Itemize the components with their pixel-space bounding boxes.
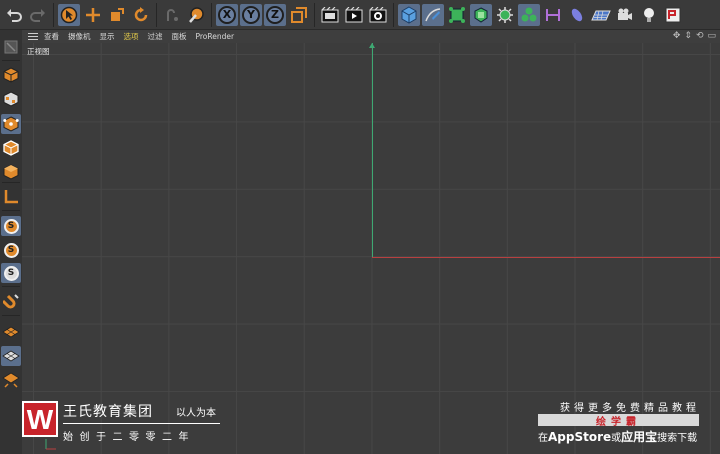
promo-app-name: 绘学霸 xyxy=(538,414,699,428)
undo-icon[interactable] xyxy=(3,4,25,26)
promo-app-name-text: 绘学霸 xyxy=(596,416,641,428)
promo-suffix: 搜索下载 xyxy=(657,433,698,444)
floor-environment-icon[interactable] xyxy=(590,4,612,26)
zoom-icon[interactable]: ⇕ xyxy=(684,31,692,41)
sidebar-divider xyxy=(2,60,20,61)
points-mode-icon[interactable] xyxy=(1,114,21,134)
menu-view[interactable]: 查看 xyxy=(44,31,59,42)
menu-options[interactable]: 选项 xyxy=(124,31,139,42)
brand-subtitle: 始创于二零零二年 xyxy=(63,432,195,443)
edges-mode-icon[interactable] xyxy=(1,138,21,158)
viewport-nav-icons: ✥ ⇕ ⟲ ▭ xyxy=(673,31,716,41)
snap-enable-icon[interactable]: S xyxy=(1,240,21,260)
viewport-menu-hamburger-icon[interactable] xyxy=(28,33,38,40)
maximize-view-icon[interactable]: ▭ xyxy=(707,31,716,41)
brand-slogan: 以人为本 xyxy=(176,408,216,419)
brand-title: 王氏教育集团 xyxy=(63,404,153,420)
cube-icon[interactable] xyxy=(398,3,420,26)
lock-workplane-icon[interactable] xyxy=(1,346,21,366)
brand-logo: W xyxy=(22,401,58,437)
deformer-icon[interactable] xyxy=(494,4,516,26)
texture-mode-icon[interactable] xyxy=(1,89,21,109)
move-icon[interactable] xyxy=(82,4,104,26)
render-to-picture-viewer-icon[interactable] xyxy=(343,4,365,26)
sidebar-divider xyxy=(2,315,20,316)
tag-icon[interactable] xyxy=(662,4,684,26)
model-mode-icon[interactable] xyxy=(1,65,21,85)
polygons-mode-icon[interactable] xyxy=(1,162,21,182)
viewport-menu-bar: 查看 摄像机 显示 选项 过滤 面板 ProRender ✥ ⇕ ⟲ ▭ xyxy=(22,30,720,43)
live-selection-icon[interactable] xyxy=(185,4,207,26)
y-axis-lock[interactable]: Y xyxy=(240,3,262,26)
mode-sidebar: S S S xyxy=(0,30,23,454)
pen-spline-icon[interactable] xyxy=(422,3,444,26)
axis-mode-icon[interactable] xyxy=(1,187,21,207)
brand-divider xyxy=(63,423,220,424)
make-editable-icon[interactable] xyxy=(1,37,21,57)
promo-download-line: 在AppStore或应用宝搜索下载 xyxy=(538,428,697,445)
toolbar-divider xyxy=(314,2,315,27)
rotate-icon[interactable] xyxy=(130,4,152,26)
quantize-label: S xyxy=(3,265,19,281)
x-axis-lock[interactable]: X xyxy=(216,3,238,26)
sidebar-divider xyxy=(2,182,20,183)
y-axis-label: Y xyxy=(242,5,260,24)
promo-prefix: 在 xyxy=(538,433,548,444)
promo-yingyongbao: 应用宝 xyxy=(621,430,658,444)
recent-tools-icon[interactable] xyxy=(161,4,183,26)
pan-icon[interactable]: ✥ xyxy=(673,31,681,41)
logo-letter: W xyxy=(27,405,54,433)
w-logo-icon: W xyxy=(27,405,54,433)
menu-display[interactable]: 显示 xyxy=(100,31,115,42)
coordinate-system-icon[interactable] xyxy=(288,4,310,26)
menu-prorender[interactable]: ProRender xyxy=(196,32,235,41)
menu-panel[interactable]: 面板 xyxy=(172,31,187,42)
front-viewport[interactable]: 正视图 xyxy=(22,43,720,454)
snap-enable-label: S xyxy=(3,242,19,258)
toolbar-divider xyxy=(156,2,157,27)
z-axis-lock[interactable]: Z xyxy=(264,3,286,26)
quantize-icon[interactable]: S xyxy=(1,263,21,283)
z-axis-label: Z xyxy=(266,5,284,24)
x-axis-label: X xyxy=(218,5,236,24)
light-icon[interactable] xyxy=(638,4,660,26)
toolbar-divider xyxy=(211,2,212,27)
x-axis-line xyxy=(372,257,720,258)
menu-filter[interactable]: 过滤 xyxy=(148,31,163,42)
mograph-cloner-icon[interactable] xyxy=(518,3,540,26)
y-axis-line xyxy=(372,43,373,257)
workplane-icon[interactable] xyxy=(1,322,21,342)
snapping-icon[interactable]: S xyxy=(1,216,21,236)
redo-icon[interactable] xyxy=(27,4,49,26)
scale-icon[interactable] xyxy=(106,4,128,26)
generator-icon[interactable] xyxy=(470,3,492,26)
viewport-label: 正视图 xyxy=(27,47,50,56)
planar-workplane-icon[interactable] xyxy=(1,370,21,390)
toolbar-divider xyxy=(53,2,54,27)
magnet-icon[interactable] xyxy=(1,292,21,312)
render-settings-icon[interactable] xyxy=(367,4,389,26)
promo-or: 或 xyxy=(611,433,622,444)
camera-icon[interactable] xyxy=(614,4,636,26)
render-view-icon[interactable] xyxy=(319,4,341,26)
y-axis-arrow xyxy=(369,43,375,48)
select-arrow-icon[interactable] xyxy=(58,3,80,26)
sidebar-divider xyxy=(2,210,20,211)
field-icon[interactable] xyxy=(542,4,564,26)
mini-axis-icon xyxy=(45,439,56,450)
promo-appstore: AppStore xyxy=(548,430,612,444)
main-toolbar: X Y Z xyxy=(0,0,720,30)
subdivision-icon[interactable] xyxy=(446,4,468,26)
snapping-label: S xyxy=(3,218,19,234)
toolbar-divider xyxy=(393,2,394,27)
effector-icon[interactable] xyxy=(566,4,588,26)
rotate-view-icon[interactable]: ⟲ xyxy=(696,31,704,41)
menu-cameras[interactable]: 摄像机 xyxy=(68,31,91,42)
sidebar-divider xyxy=(2,286,20,287)
